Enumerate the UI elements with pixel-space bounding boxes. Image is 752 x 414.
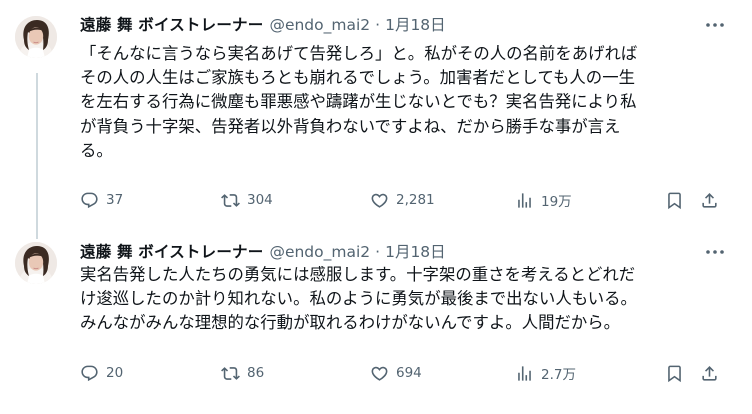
view-count: 2.7万 <box>541 367 576 383</box>
tweet[interactable]: 遠藤 舞 ボイストレーナー @endo_mai2 · 1月18日 実名告発した人… <box>0 232 752 414</box>
display-name[interactable]: 遠藤 舞 ボイストレーナー <box>80 241 263 263</box>
tweet-text-line: け逡巡したのか計り知れない。私のように勇気が最後まで出ない人もいる。 <box>80 289 637 309</box>
share-button[interactable] <box>700 360 719 386</box>
avatar[interactable] <box>15 16 57 58</box>
tweet-date[interactable]: 1月18日 <box>385 14 446 36</box>
tweet-actions: 20 86 694 2.7万 <box>80 360 732 386</box>
tweet-date[interactable]: 1月18日 <box>385 241 446 263</box>
tweet-text: 「そんなに言うなら実名あげて告発しろ」と。私がその人の名前をあげれば その人の人… <box>80 42 732 163</box>
like-icon <box>370 364 389 383</box>
view-count: 19万 <box>541 194 572 210</box>
share-button[interactable] <box>700 187 719 213</box>
share-icon <box>700 191 719 210</box>
tweet-thread: 遠藤 舞 ボイストレーナー @endo_mai2 · 1月18日 「そんなに言う… <box>0 0 752 414</box>
bookmark-button[interactable] <box>665 187 684 213</box>
tweet-text-line: その人の人生はご家族もろとも崩れるでしょう。加害者だとしても人の一生 <box>80 68 635 88</box>
views-button[interactable]: 2.7万 <box>515 360 576 386</box>
display-name[interactable]: 遠藤 舞 ボイストレーナー <box>80 14 263 36</box>
reply-button[interactable]: 20 <box>80 360 123 386</box>
like-count: 694 <box>396 365 422 381</box>
retweet-icon <box>221 191 240 210</box>
views-icon <box>515 191 534 210</box>
tweet-text: 実名告発した人たちの勇気には感服します。十字架の重さを考えるとどれだ け逡巡した… <box>80 263 732 336</box>
tweet-text-line: が背負う十字架、告発者以外背負わないですよね、だから勝手な事が言え <box>80 116 621 136</box>
tweet[interactable]: 遠藤 舞 ボイストレーナー @endo_mai2 · 1月18日 「そんなに言う… <box>0 0 752 232</box>
reply-icon <box>80 191 99 210</box>
tweet-text-line: る。 <box>80 140 113 160</box>
like-button[interactable]: 2,281 <box>370 187 435 213</box>
reply-icon <box>80 364 99 383</box>
reply-count: 20 <box>106 365 124 381</box>
views-button[interactable]: 19万 <box>515 187 572 213</box>
retweet-button[interactable]: 304 <box>221 187 273 213</box>
views-icon <box>515 364 534 383</box>
more-icon[interactable] <box>704 243 726 261</box>
like-icon <box>370 191 389 210</box>
more-icon[interactable] <box>704 16 726 34</box>
bookmark-icon <box>665 191 684 210</box>
separator-dot: · <box>375 243 381 261</box>
user-handle[interactable]: @endo_mai2 <box>269 241 370 263</box>
retweet-button[interactable]: 86 <box>221 360 264 386</box>
tweet-text-line: 「そんなに言うなら実名あげて告発しろ」と。私がその人の名前をあげれば <box>80 44 638 63</box>
tweet-actions: 37 304 2,281 19万 <box>80 187 732 213</box>
retweet-icon <box>221 364 240 383</box>
like-button[interactable]: 694 <box>370 360 422 386</box>
retweet-count: 86 <box>247 365 265 381</box>
tweet-text-line: みんながみんな理想的な行動が取れるわけがないんですよ。人間だから。 <box>80 313 621 333</box>
tweet-header: 遠藤 舞 ボイストレーナー @endo_mai2 · 1月18日 <box>80 241 446 263</box>
tweet-text-line: を左右する行為に微塵も罪悪感や躊躇が生じないとでも？実名告発により私 <box>80 92 637 112</box>
user-handle[interactable]: @endo_mai2 <box>269 14 370 36</box>
reply-button[interactable]: 37 <box>80 187 123 213</box>
reply-count: 37 <box>106 192 124 208</box>
share-icon <box>700 364 719 383</box>
bookmark-icon <box>665 364 684 383</box>
bookmark-button[interactable] <box>665 360 684 386</box>
separator-dot: · <box>375 16 381 34</box>
avatar[interactable] <box>15 242 57 284</box>
retweet-count: 304 <box>247 192 273 208</box>
tweet-header: 遠藤 舞 ボイストレーナー @endo_mai2 · 1月18日 <box>80 14 446 36</box>
tweet-text-line: 実名告発した人たちの勇気には感服します。十字架の重さを考えるとどれだ <box>80 265 636 284</box>
like-count: 2,281 <box>396 192 435 208</box>
